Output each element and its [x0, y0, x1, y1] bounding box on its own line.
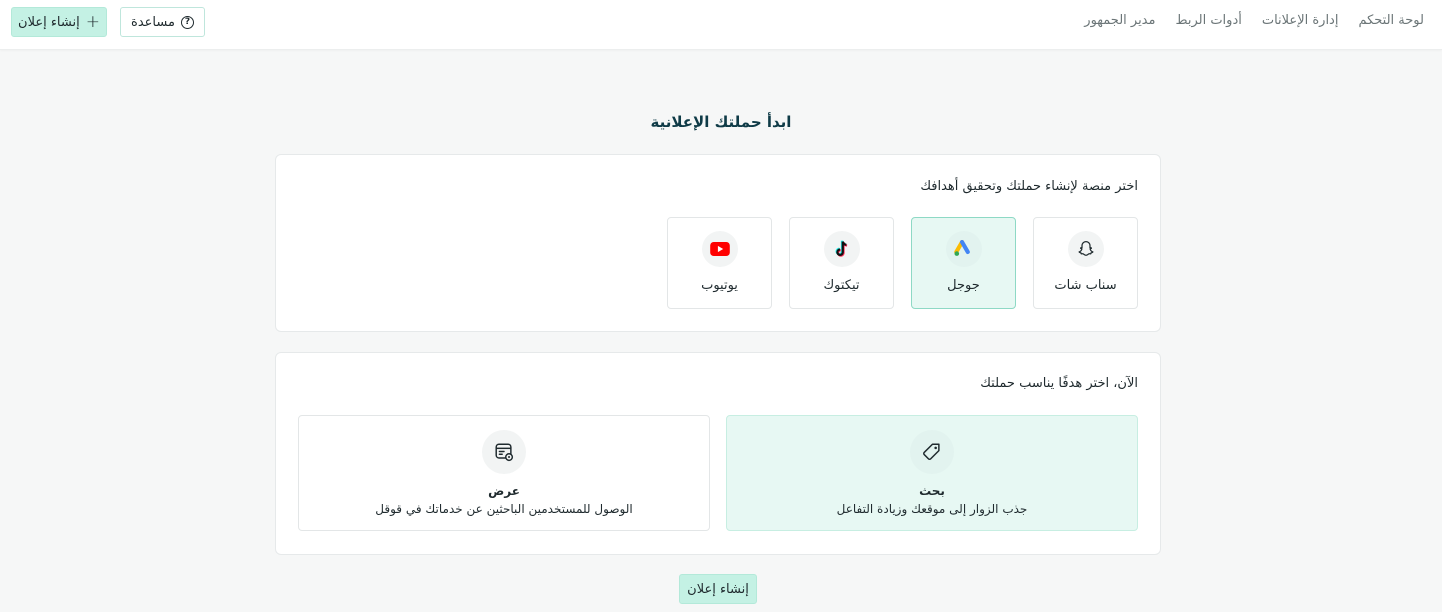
create-ad-button[interactable]: إنشاء إعلان	[679, 574, 757, 604]
platform-label-snapchat: سناب شات	[1054, 278, 1117, 293]
plus-icon: +	[85, 12, 100, 32]
nav-audience-manager[interactable]: مدير الجمهور	[1084, 13, 1155, 28]
help-button-label: مساعدة	[131, 14, 175, 30]
goal-description-display: الوصول للمستخدمين الباحثين عن خدماتك في …	[375, 502, 633, 516]
question-circle-icon: ?	[180, 15, 194, 29]
tiktok-icon	[823, 231, 860, 267]
goal-section-heading: الآن، اختر هدفًا يناسب حملتك	[980, 376, 1138, 391]
google-ads-icon	[945, 231, 982, 267]
platform-section-heading: اختر منصة لإنشاء حملتك وتحقيق أهدافك	[920, 179, 1138, 194]
platform-option-tiktok[interactable]: تيكتوك	[789, 217, 894, 309]
goal-description-search: جذب الزوار إلى موقعك وزيادة التفاعل	[836, 502, 1028, 516]
goal-options: بحث جذب الزوار إلى موقعك وزيادة التفاعل …	[298, 415, 1138, 531]
goal-title-search: بحث	[919, 484, 945, 498]
platform-label-tiktok: تيكتوك	[823, 278, 860, 293]
snapchat-icon	[1067, 231, 1104, 267]
nav-ads-management[interactable]: إدارة الإعلانات	[1262, 13, 1339, 28]
goal-option-display[interactable]: عرض الوصول للمستخدمين الباحثين عن خدماتك…	[298, 415, 710, 531]
nav-dashboard[interactable]: لوحة التحكم	[1358, 13, 1424, 28]
main-nav: لوحة التحكم إدارة الإعلانات أدوات الربط …	[1084, 0, 1424, 40]
goal-title-display: عرض	[488, 484, 520, 498]
create-ad-button-top[interactable]: + إنشاء إعلان	[11, 7, 107, 37]
help-button[interactable]: ? مساعدة	[120, 7, 205, 37]
goal-option-search[interactable]: بحث جذب الزوار إلى موقعك وزيادة التفاعل	[726, 415, 1138, 531]
create-ad-button-top-label: إنشاء إعلان	[18, 14, 80, 30]
platform-selection-card: اختر منصة لإنشاء حملتك وتحقيق أهدافك سنا…	[275, 154, 1161, 332]
page-title: ابدأ حملتك الإعلانية	[650, 113, 792, 131]
tag-icon	[910, 430, 954, 474]
platform-label-google: جوجل	[947, 278, 980, 293]
platform-option-google[interactable]: جوجل	[911, 217, 1016, 309]
display-ad-icon	[482, 430, 526, 474]
goal-selection-card: الآن، اختر هدفًا يناسب حملتك بحث جذب الز…	[275, 352, 1161, 555]
platform-option-youtube[interactable]: يوتيوب	[667, 217, 772, 309]
platform-options: سناب شات جوجل تيكتوك يوتيوب	[667, 217, 1138, 309]
header-actions: ? مساعدة + إنشاء إعلان	[11, 7, 205, 37]
platform-option-snapchat[interactable]: سناب شات	[1033, 217, 1138, 309]
nav-integration-tools[interactable]: أدوات الربط	[1175, 13, 1241, 28]
top-navbar: لوحة التحكم إدارة الإعلانات أدوات الربط …	[0, 0, 1442, 50]
youtube-icon	[701, 231, 738, 267]
platform-label-youtube: يوتيوب	[701, 278, 738, 293]
